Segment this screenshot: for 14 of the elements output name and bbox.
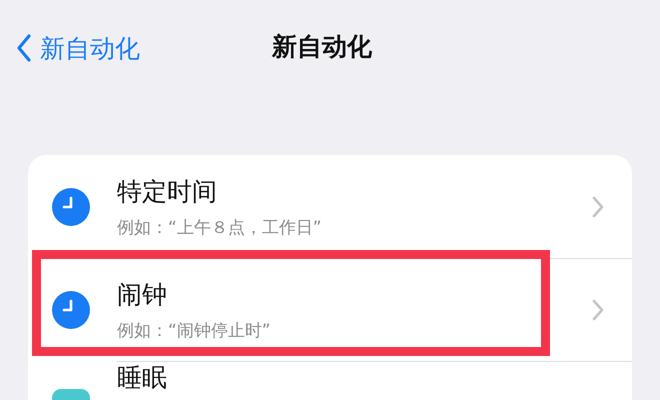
chevron-right-icon — [592, 298, 604, 320]
row-subtitle: 例如：“闹钟停止时” — [117, 320, 272, 342]
clock-icon — [52, 290, 90, 328]
list-row[interactable]: 特定时间 例如：“上午８点，工作日” — [28, 155, 632, 258]
clock-icon — [52, 188, 90, 226]
list-row[interactable]: 睡眠 — [28, 361, 632, 400]
nav-title: 新自动化 — [272, 31, 372, 63]
list-row[interactable]: 闹钟 例如：“闹钟停止时” — [28, 258, 632, 361]
chevron-left-icon — [16, 34, 32, 62]
row-title: 特定时间 — [117, 176, 218, 208]
row-subtitle: 例如：“上午８点，工作日” — [117, 216, 323, 238]
row-title: 睡眠 — [117, 364, 168, 392]
chevron-right-icon — [592, 196, 604, 218]
row-title: 闹钟 — [117, 278, 168, 310]
